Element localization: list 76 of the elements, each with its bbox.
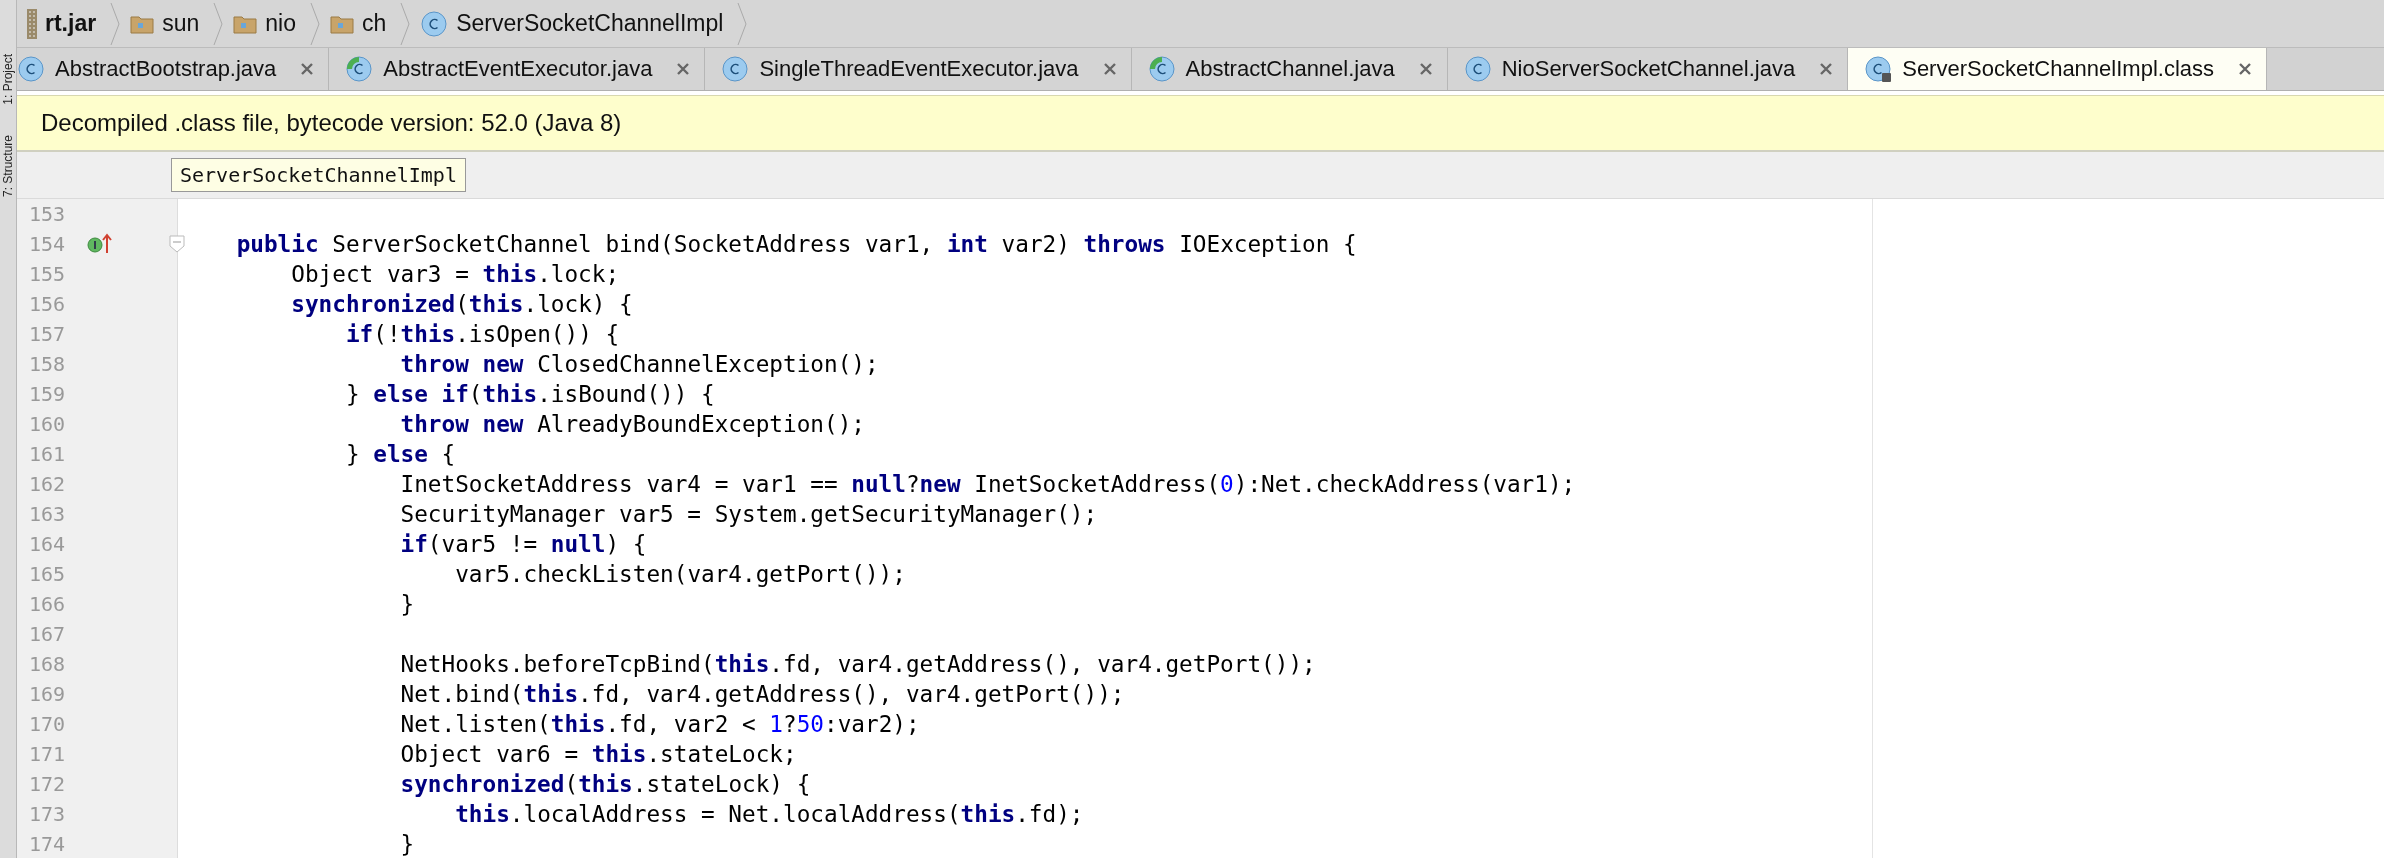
line-number: 160 bbox=[29, 412, 67, 436]
banner-text: Decompiled .class file, bytecode version: 52.0 (Java 8) bbox=[41, 109, 622, 137]
editor-tab[interactable]: ServerSocketChannelImpl.class bbox=[1848, 48, 2267, 90]
line-number: 171 bbox=[29, 742, 67, 766]
code-line: throw new AlreadyBoundException(); bbox=[400, 411, 865, 437]
class-icon bbox=[721, 55, 750, 83]
line-number: 169 bbox=[29, 682, 67, 706]
chevron-icon bbox=[400, 1, 411, 46]
line-number: 163 bbox=[29, 502, 67, 526]
breadcrumb[interactable]: ch bbox=[319, 0, 401, 47]
code-line: synchronized(this.stateLock) { bbox=[400, 771, 811, 797]
breadcrumb[interactable]: ServerSocketChannelImpl bbox=[410, 0, 738, 47]
tool-window-tab[interactable]: 7: Structure bbox=[1, 134, 15, 197]
line-number: 162 bbox=[29, 472, 67, 496]
chevron-icon bbox=[309, 1, 320, 46]
tool-window-tab[interactable]: 1: Project bbox=[1, 54, 15, 105]
code-line: Net.listen(this.fd, var2 < 1?50:var2); bbox=[400, 711, 920, 737]
folder-icon bbox=[233, 13, 258, 34]
line-number: 164 bbox=[29, 532, 67, 556]
jar-icon bbox=[27, 8, 37, 39]
line-number: 166 bbox=[29, 592, 67, 616]
folder-icon bbox=[329, 13, 354, 34]
code-line: NetHooks.beforeTcpBind(this.fd, var4.getAddress(), var4.getPort()); bbox=[400, 651, 1316, 677]
folder-icon bbox=[130, 13, 155, 34]
locked-class-icon bbox=[1864, 55, 1893, 83]
code-line: } bbox=[400, 591, 415, 617]
code-line: public ServerSocketChannel bind(SocketAddress var1, int var2) throws IOException { bbox=[236, 231, 1357, 257]
line-number: 168 bbox=[29, 652, 67, 676]
code-line: Object var3 = this.lock; bbox=[291, 261, 620, 287]
line-number: 165 bbox=[29, 562, 67, 586]
implements-icon[interactable] bbox=[87, 233, 113, 255]
breadcrumb[interactable]: sun bbox=[120, 0, 214, 47]
close-icon[interactable] bbox=[1819, 62, 1834, 76]
line-number: 153 bbox=[29, 202, 67, 226]
code-line: throw new ClosedChannelException(); bbox=[400, 351, 879, 377]
breadcrumb[interactable]: nio bbox=[223, 0, 310, 47]
line-number: 156 bbox=[29, 292, 67, 316]
class-icon bbox=[345, 55, 374, 83]
class-icon bbox=[1147, 55, 1176, 83]
code-line: Net.bind(this.fd, var4.getAddress(), var4.getPort()); bbox=[400, 681, 1125, 707]
line-number: 173 bbox=[29, 802, 67, 826]
class-icon bbox=[17, 55, 45, 83]
editor-tab[interactable]: AbstractBootstrap.java bbox=[17, 48, 330, 90]
breadcrumb[interactable]: rt.jar bbox=[17, 0, 111, 47]
line-number: 170 bbox=[29, 712, 67, 736]
line-number: 172 bbox=[29, 772, 67, 796]
code-line: } else { bbox=[345, 441, 456, 467]
close-icon[interactable] bbox=[300, 62, 315, 76]
code-line: if(!this.isOpen()) { bbox=[345, 321, 620, 347]
code-line: if(var5 != null) { bbox=[400, 531, 647, 557]
line-number: 167 bbox=[29, 622, 67, 646]
class-icon bbox=[1463, 55, 1492, 83]
class-name-hint: ServerSocketChannelImpl bbox=[171, 158, 466, 192]
code-line: Object var6 = this.stateLock; bbox=[400, 741, 797, 767]
line-number: 161 bbox=[29, 442, 67, 466]
line-number: 155 bbox=[29, 262, 67, 286]
close-icon[interactable] bbox=[676, 62, 691, 76]
code-line: } else if(this.isBound()) { bbox=[345, 381, 715, 407]
code-line: InetSocketAddress var4 = var1 == null?new InetSocketAddress(0):Net.checkAddress(var1); bbox=[400, 471, 1576, 497]
line-number: 157 bbox=[29, 322, 67, 346]
code-line: SecurityManager var5 = System.getSecurityManager(); bbox=[400, 501, 1098, 527]
line-number: 159 bbox=[29, 382, 67, 406]
code-line: synchronized(this.lock) { bbox=[291, 291, 633, 317]
code-line: } bbox=[400, 831, 415, 857]
line-number: 154 bbox=[29, 232, 67, 256]
chevron-icon bbox=[213, 1, 224, 46]
code-line: var5.checkListen(var4.getPort()); bbox=[455, 561, 906, 587]
line-number: 174 bbox=[29, 832, 67, 856]
class-icon bbox=[420, 9, 449, 38]
chevron-icon bbox=[737, 1, 748, 46]
close-icon[interactable] bbox=[1102, 62, 1117, 76]
close-icon[interactable] bbox=[1418, 62, 1433, 76]
code-line: this.localAddress = Net.localAddress(this.fd); bbox=[455, 801, 1084, 827]
chevron-icon bbox=[110, 1, 121, 46]
line-number: 158 bbox=[29, 352, 67, 376]
close-icon[interactable] bbox=[2238, 62, 2252, 76]
